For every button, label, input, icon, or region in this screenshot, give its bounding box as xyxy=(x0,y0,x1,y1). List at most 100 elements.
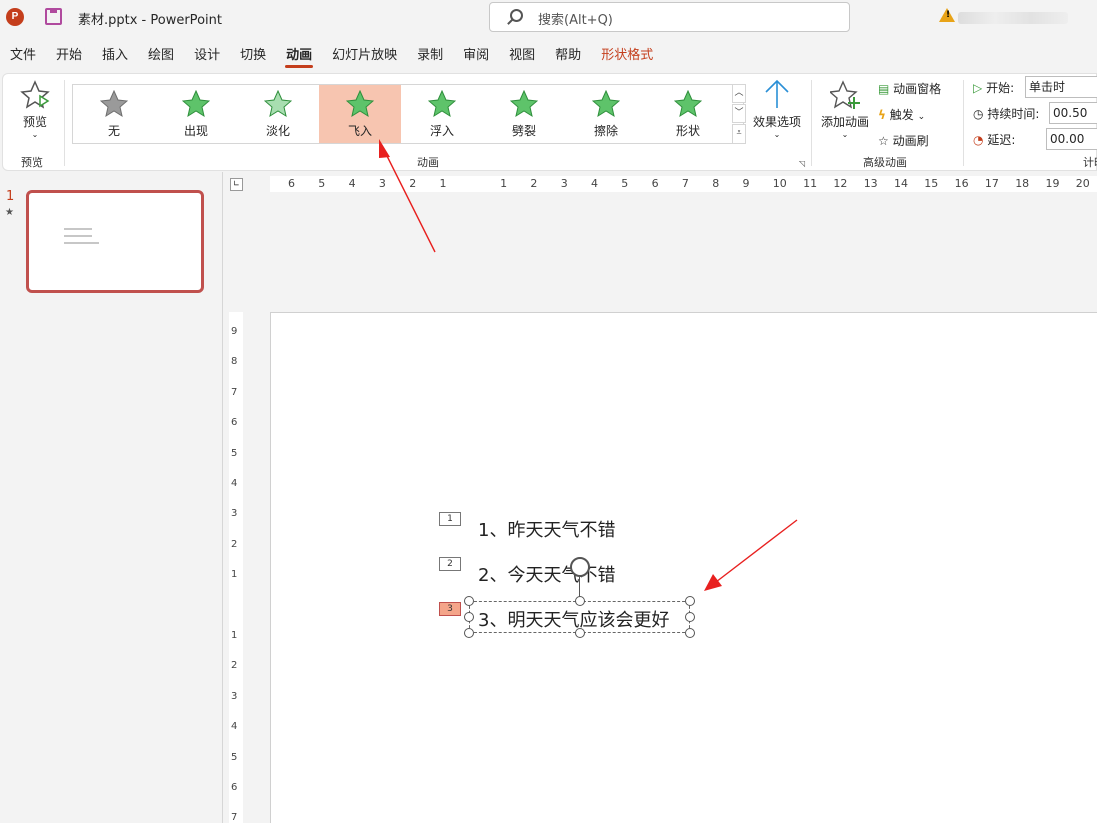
gallery-item[interactable]: 形状 xyxy=(647,85,729,143)
bullet-text[interactable]: 1、昨天天气不错 xyxy=(478,516,615,542)
tab-file[interactable]: 文件 xyxy=(0,42,46,70)
gallery-item[interactable]: 擦除 xyxy=(565,85,647,143)
resize-handle[interactable] xyxy=(464,596,474,606)
painter-label: 动画刷 xyxy=(892,134,929,148)
tab-slideshow[interactable]: 幻灯片放映 xyxy=(322,42,407,70)
effect-options-button[interactable]: 效果选项 ⌄ xyxy=(749,78,805,139)
animation-star-icon xyxy=(100,90,128,118)
slide-canvas[interactable] xyxy=(270,312,1097,823)
painter-star-icon: ☆ xyxy=(878,134,889,148)
vertical-ruler[interactable]: 9 8 7 6 5 4 3 2 1 1 2 3 4 5 6 7 xyxy=(229,312,243,823)
gallery-item-label: 无 xyxy=(107,124,120,138)
add-animation-button[interactable]: 添加动画 ⌄ xyxy=(817,80,873,139)
animation-order-tag-selected[interactable]: 3 xyxy=(439,602,461,616)
horizontal-ruler[interactable]: 6 5 4 3 2 1 1 2 3 4 5 6 7 8 9 10 11 12 13 14 15 16 17 18 19 20 xyxy=(270,176,1097,192)
delay-label: 延迟: xyxy=(987,133,1016,147)
account-area[interactable] xyxy=(958,12,1068,24)
animation-order-tag[interactable]: 2 xyxy=(439,557,461,571)
animation-pane-button[interactable]: ▤ 动画窗格 xyxy=(878,80,941,97)
ruler-tick-label: 4 xyxy=(231,721,238,733)
resize-handle[interactable] xyxy=(685,612,695,622)
bullet-text[interactable]: 2、今天天气不错 xyxy=(478,561,615,587)
animation-painter-button[interactable]: ☆ 动画刷 xyxy=(878,132,929,149)
preview-button[interactable]: 预览 ⌄ xyxy=(11,80,59,139)
ruler-tick-label: 6 xyxy=(231,417,238,429)
ruler-tick-label: 4 xyxy=(591,177,598,190)
gallery-item[interactable]: 浮入 xyxy=(401,85,483,143)
gallery-down-icon[interactable]: ﹀ xyxy=(732,104,746,123)
resize-handle[interactable] xyxy=(685,596,695,606)
resize-handle[interactable] xyxy=(575,596,585,606)
animation-order-tag[interactable]: 1 xyxy=(439,512,461,526)
gallery-item-label: 擦除 xyxy=(593,124,618,138)
duration-input[interactable]: 00.50 xyxy=(1049,102,1097,124)
ruler-tick-label: 15 xyxy=(924,177,939,190)
powerpoint-logo-icon: P xyxy=(6,8,24,26)
ruler-tick-label: 6 xyxy=(651,177,659,190)
ruler-tick-label: 2 xyxy=(231,538,238,550)
ruler-tick-label: 4 xyxy=(348,177,356,190)
search-input[interactable]: 搜索(Alt+Q) xyxy=(489,2,850,32)
dialog-launcher-icon[interactable]: ◹ xyxy=(799,159,805,168)
gallery-item[interactable]: 出现 xyxy=(155,85,237,143)
ruler-tick-label: 2 xyxy=(231,660,238,672)
tab-review[interactable]: 审阅 xyxy=(453,42,499,70)
tab-draw[interactable]: 绘图 xyxy=(138,42,184,70)
tab-home[interactable]: 开始 xyxy=(46,42,92,70)
ruler-tick-label: 6 xyxy=(288,177,295,190)
ruler-tick-label: 3 xyxy=(378,177,386,190)
slide-thumbnail[interactable] xyxy=(26,190,204,293)
save-icon[interactable] xyxy=(45,8,62,25)
tab-record[interactable]: 录制 xyxy=(407,42,453,70)
ribbon-tabs: 文件 开始 插入 绘图 设计 切换 动画 幻灯片放映 录制 审阅 视图 帮助 形… xyxy=(0,42,663,70)
divider xyxy=(64,80,65,166)
resize-handle[interactable] xyxy=(685,628,695,638)
trigger-button[interactable]: ϟ 触发 ⌄ xyxy=(878,106,925,123)
ruler-tick-label: 2 xyxy=(530,177,538,190)
animation-star-icon xyxy=(346,90,374,118)
rotate-handle-icon[interactable] xyxy=(570,557,590,577)
gallery-more-icon[interactable]: ⩡ xyxy=(732,124,746,144)
resize-handle[interactable] xyxy=(464,628,474,638)
animation-star-icon: ★ xyxy=(5,207,14,218)
tab-design[interactable]: 设计 xyxy=(184,42,230,70)
tab-stop-selector[interactable]: ∟ xyxy=(230,178,243,191)
chevron-down-icon: ⌄ xyxy=(841,130,849,139)
gallery-up-icon[interactable]: ︿ xyxy=(732,84,746,103)
ruler-tick-label: 12 xyxy=(833,177,848,190)
trigger-label: 触发 xyxy=(889,108,914,122)
resize-handle[interactable] xyxy=(464,612,474,622)
duration-label-row: ◷ 持续时间: xyxy=(973,105,1039,122)
ruler-tick-label: 7 xyxy=(681,177,689,190)
resize-handle[interactable] xyxy=(575,628,585,638)
search-placeholder: 搜索(Alt+Q) xyxy=(538,13,613,28)
gallery-item[interactable]: 劈裂 xyxy=(483,85,565,143)
ruler-tick-label: 5 xyxy=(231,751,238,763)
start-label-row: ▷ 开始: xyxy=(973,79,1014,96)
warning-mark: ! xyxy=(946,10,951,20)
pane-divider[interactable] xyxy=(222,172,223,823)
ruler-tick-label: 3 xyxy=(231,690,238,702)
start-select[interactable]: 单击时 xyxy=(1025,76,1097,98)
tab-view[interactable]: 视图 xyxy=(499,42,545,70)
gallery-item-label: 出现 xyxy=(183,124,208,138)
tab-animations[interactable]: 动画 xyxy=(276,42,322,70)
ruler-tick-label: 1 xyxy=(500,177,508,190)
delay-input[interactable]: 00.00 xyxy=(1046,128,1097,150)
ruler-tick-label: 2 xyxy=(409,177,417,190)
ruler-tick-label: 14 xyxy=(894,177,908,190)
ruler-tick-label: 7 xyxy=(231,812,238,823)
tab-insert[interactable]: 插入 xyxy=(92,42,138,70)
tab-transitions[interactable]: 切换 xyxy=(230,42,276,70)
clock-icon: ◷ xyxy=(973,107,984,121)
gallery-item[interactable]: 飞入 xyxy=(319,85,401,143)
divider xyxy=(963,80,964,166)
gallery-item[interactable]: 淡化 xyxy=(237,85,319,143)
ruler-tick-label: 20 xyxy=(1075,177,1090,190)
ruler-tick-label: 5 xyxy=(231,447,238,459)
gallery-item[interactable]: 无 xyxy=(73,85,155,143)
add-animation-label: 添加动画 xyxy=(820,115,869,129)
tab-help[interactable]: 帮助 xyxy=(545,42,591,70)
tab-shape-format[interactable]: 形状格式 xyxy=(591,42,663,70)
preview-star-icon xyxy=(20,80,50,109)
